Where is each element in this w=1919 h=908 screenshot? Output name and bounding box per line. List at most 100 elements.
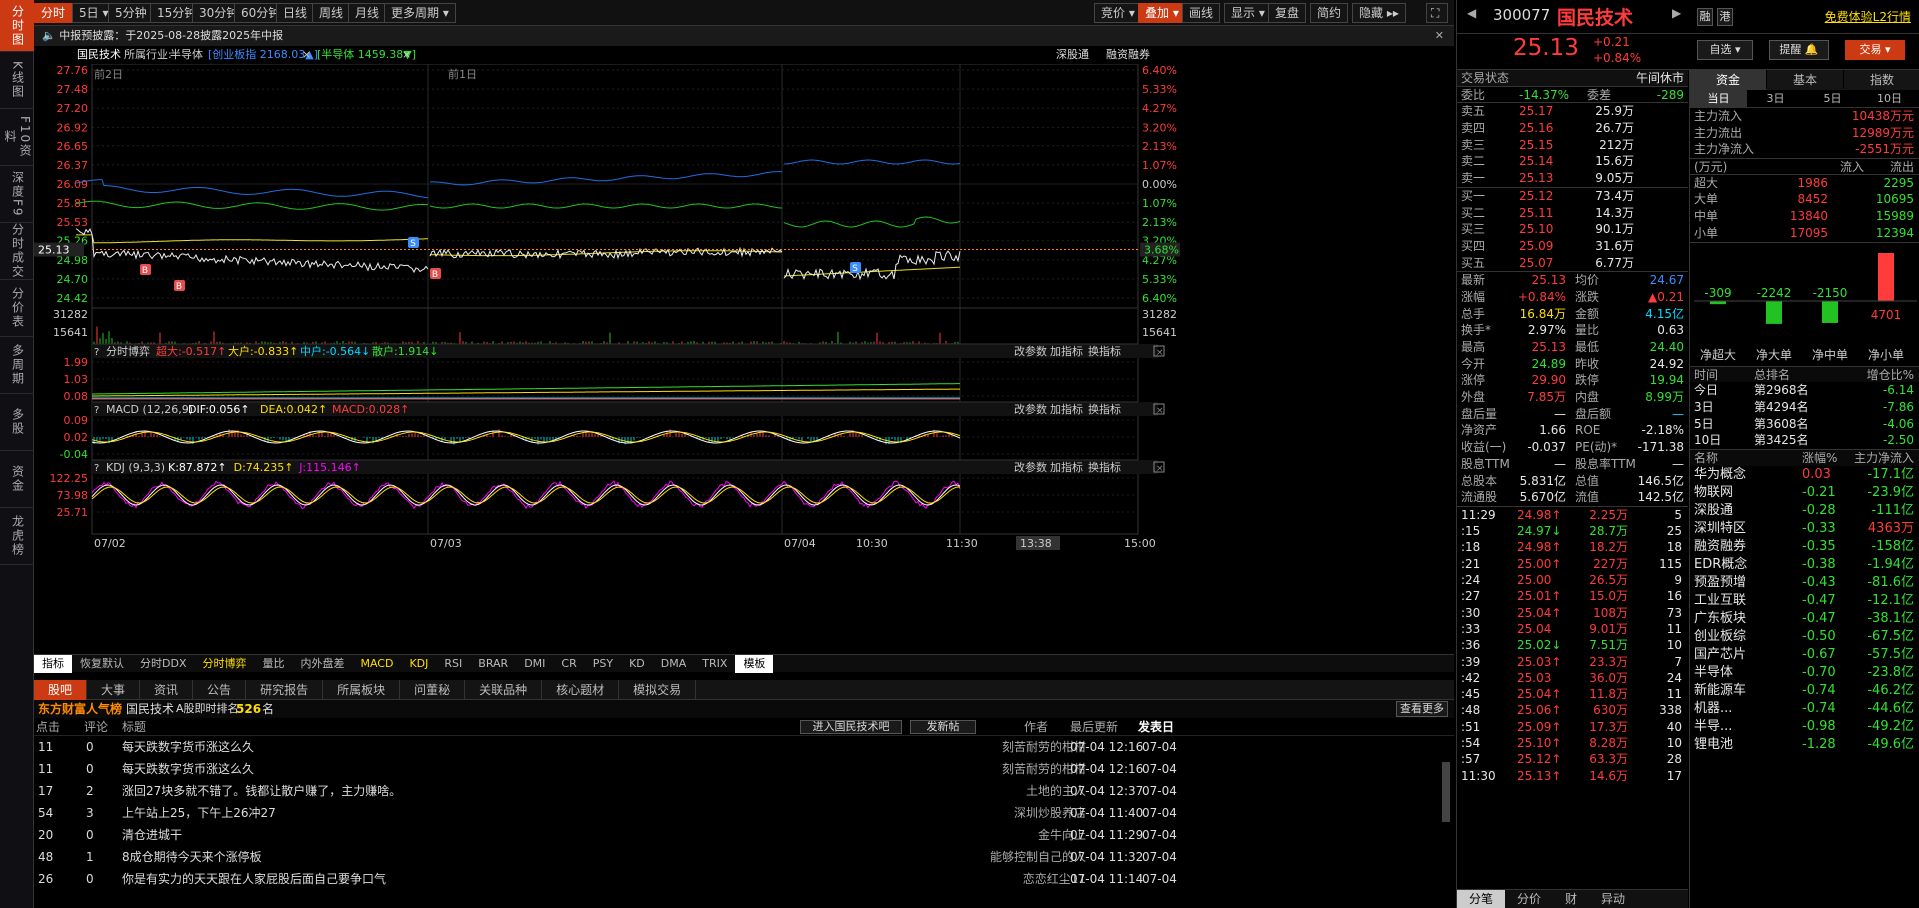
sector-row[interactable]: 预盈预增 -0.43 -81.6亿: [1690, 574, 1919, 592]
forum-tab-9[interactable]: 模拟交易: [619, 680, 697, 700]
indicator-tab-14[interactable]: DMA: [653, 655, 695, 673]
indicator-tab-15[interactable]: TRIX: [694, 655, 735, 673]
forum-row[interactable]: 17 2 涨回27块多就不错了。钱都让散户赚了，主力赚啥。 土地的主人 07-04 12…: [34, 780, 1454, 802]
indicator-tab-2[interactable]: 分时DDX: [132, 655, 194, 673]
chart-area[interactable]: 27.76 6.40% 27.48 5.33% 27.20 4.27% 26.92 3.20%…: [34, 63, 1454, 654]
close-icon[interactable]: ✕: [1435, 26, 1444, 46]
buy-marker[interactable]: B: [174, 280, 185, 292]
fund-period-3[interactable]: 10日: [1861, 90, 1918, 108]
sector-row[interactable]: 新能源车 -0.74 -46.2亿: [1690, 682, 1919, 700]
sector-row[interactable]: 深圳特区 -0.33 4363万: [1690, 520, 1919, 538]
forum-row[interactable]: 11 0 每天跌数字货币涨这么久 刻苦耐劳的柑柑 07-04 12:16 07-04: [34, 758, 1454, 780]
indicator-action[interactable]: 换指标: [1088, 460, 1121, 474]
sector-row[interactable]: 半导体 -0.70 -23.8亿: [1690, 664, 1919, 682]
notice-text[interactable]: 中报预披露：于2025-08-28披露2025年中报: [59, 29, 283, 42]
intraday-chart[interactable]: 27.76 6.40% 27.48 5.33% 27.20 4.27% 26.92 3.20%…: [34, 63, 1454, 654]
indicator-action[interactable]: 加指标: [1050, 460, 1083, 474]
close-icon[interactable]: ×: [1156, 464, 1164, 474]
fund-tab-2[interactable]: 指数: [1844, 70, 1919, 90]
period-tab-7[interactable]: 周线: [312, 3, 351, 23]
close-icon[interactable]: ×: [402, 46, 411, 64]
tool-button-1[interactable]: 叠加 ▾: [1138, 3, 1186, 23]
remind-button[interactable]: 提醒 🔔: [1769, 40, 1829, 60]
forum-tab-6[interactable]: 问董秘: [400, 680, 466, 700]
industry[interactable]: 半导体: [170, 46, 203, 64]
tool-button-2[interactable]: 画线: [1182, 3, 1221, 23]
nav-item-0[interactable]: 分时图: [0, 0, 34, 52]
forum-tab-5[interactable]: 所属板块: [323, 680, 401, 700]
sector-row[interactable]: 深股通 -0.28 -111亿: [1690, 502, 1919, 520]
tick-tab-1[interactable]: 分价: [1505, 890, 1553, 908]
indicator-action[interactable]: 改参数: [1014, 460, 1047, 474]
tool-button-5[interactable]: 简约: [1310, 3, 1349, 23]
next-stock-icon[interactable]: ▶: [1672, 6, 1681, 20]
post-title[interactable]: 8成仓期待今天来个涨停板: [122, 846, 262, 868]
fund-tab-0[interactable]: 资金: [1690, 70, 1766, 90]
indicator-tab-10[interactable]: DMI: [516, 655, 553, 673]
forum-tab-4[interactable]: 研究报告: [246, 680, 324, 700]
forum-row[interactable]: 54 3 上午站上25，下午上26冲27 深圳炒股养店 07-04 11:40 07-04: [34, 802, 1454, 824]
sector-row[interactable]: 国产芯片 -0.67 -57.5亿: [1690, 646, 1919, 664]
prev-stock-icon[interactable]: ◀: [1467, 6, 1476, 20]
indicator-action[interactable]: 加指标: [1050, 344, 1083, 358]
nav-item-4[interactable]: 分时成交: [0, 223, 34, 280]
buy-marker[interactable]: B: [140, 264, 151, 276]
new-post-button[interactable]: 发新帖: [910, 720, 976, 734]
sz-connect-link[interactable]: 深股通: [1056, 46, 1089, 64]
nav-item-1[interactable]: K线图: [0, 52, 34, 109]
tick-tab-3[interactable]: 异动: [1589, 890, 1637, 908]
tick-tab-2[interactable]: 财: [1553, 890, 1589, 908]
post-title[interactable]: 清仓进城干: [122, 824, 182, 846]
hdr-posted[interactable]: 发表日: [1138, 718, 1174, 736]
post-title[interactable]: 每天跌数字货币涨这么久: [122, 758, 254, 780]
enter-forum-button[interactable]: 进入国民技术吧: [800, 720, 902, 734]
period-tab-9[interactable]: 更多周期 ▾: [384, 3, 456, 23]
indicator-action[interactable]: 改参数: [1014, 402, 1047, 416]
nav-item-9[interactable]: 龙虎榜: [0, 508, 34, 565]
sector-row[interactable]: 机器... -0.74 -44.6亿: [1690, 700, 1919, 718]
nav-item-3[interactable]: 深度F9: [0, 166, 34, 223]
sector-row[interactable]: 工业互联 -0.47 -12.1亿: [1690, 592, 1919, 610]
period-tab-6[interactable]: 日线: [276, 3, 315, 23]
period-tab-0[interactable]: 分时: [34, 3, 73, 23]
margin-link[interactable]: 融资融券: [1106, 46, 1150, 64]
fund-tab-1[interactable]: 基本: [1767, 70, 1843, 90]
indicator-tab-0[interactable]: 指标: [34, 655, 72, 673]
nav-item-7[interactable]: 多股: [0, 394, 34, 451]
indicator-tab-3[interactable]: 分时博弈: [194, 655, 254, 673]
period-tab-2[interactable]: 5分钟: [108, 3, 154, 23]
sector-row[interactable]: EDR概念 -0.38 -1.94亿: [1690, 556, 1919, 574]
close-icon[interactable]: ×: [1156, 348, 1164, 358]
self-select-dropdown[interactable]: 自选 ▾: [1697, 40, 1753, 60]
indicator-tab-4[interactable]: 量比: [254, 655, 292, 673]
forum-tab-7[interactable]: 关联品种: [465, 680, 543, 700]
indicator-tab-13[interactable]: KD: [621, 655, 653, 673]
expand-icon[interactable]: ⛶: [1426, 3, 1448, 23]
sector-row[interactable]: 华为概念 0.03 -17.1亿: [1690, 466, 1919, 484]
forum-tab-2[interactable]: 资讯: [140, 680, 194, 700]
indicator-action[interactable]: 换指标: [1088, 402, 1121, 416]
indicator-tab-5[interactable]: 内外盘差: [292, 655, 352, 673]
tool-button-6[interactable]: 隐藏 ▸▸: [1352, 3, 1406, 23]
indicator-tab-7[interactable]: KDJ: [401, 655, 436, 673]
post-title[interactable]: 每天跌数字货币涨这么久: [122, 736, 254, 758]
forum-row[interactable]: 26 0 你是有实力的天天跟在人家屁股后面自己要争口气 恋恋红尘11 07-04 11:…: [34, 868, 1454, 890]
sector-row[interactable]: 半导... -0.98 -49.2亿: [1690, 718, 1919, 736]
sector-row[interactable]: 创业板综 -0.50 -67.5亿: [1690, 628, 1919, 646]
fund-period-1[interactable]: 3日: [1747, 90, 1804, 108]
indicator-tab-11[interactable]: CR: [553, 655, 584, 673]
sector-row[interactable]: 融资融券 -0.35 -158亿: [1690, 538, 1919, 556]
indicator-tab-16[interactable]: 模板: [735, 655, 774, 673]
sector-row[interactable]: 物联网 -0.21 -23.9亿: [1690, 484, 1919, 502]
tick-tab-0[interactable]: 分笔: [1457, 890, 1506, 908]
indicator-action[interactable]: 换指标: [1088, 344, 1121, 358]
post-title[interactable]: 你是有实力的天天跟在人家屁股后面自己要争口气: [122, 868, 386, 890]
fund-period-2[interactable]: 5日: [1804, 90, 1861, 108]
tool-button-4[interactable]: 复盘: [1268, 3, 1307, 23]
buy-marker[interactable]: B: [430, 268, 441, 280]
indicator-tab-9[interactable]: BRAR: [470, 655, 516, 673]
indicator-tab-6[interactable]: MACD: [352, 655, 401, 673]
tool-button-0[interactable]: 竞价 ▾: [1094, 3, 1142, 23]
indicator-tab-1[interactable]: 恢复默认: [72, 655, 132, 673]
trade-button[interactable]: 交易 ▾: [1845, 40, 1905, 60]
